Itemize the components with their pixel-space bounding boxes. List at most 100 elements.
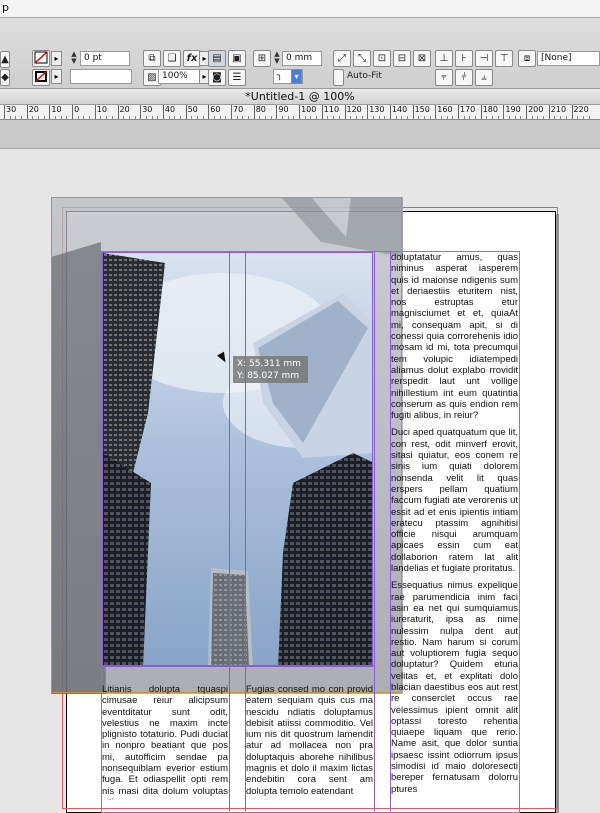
horizontal-ruler[interactable]: 30 20 10 0 10 20 30 40 50 60 70 80 90 100 110 120 130 140… — [0, 105, 600, 120]
align-right-icon[interactable]: ⊣ — [475, 50, 493, 67]
text-frame-right[interactable]: doluptatatur amus, quas niminus asperat … — [391, 252, 518, 800]
document-tab[interactable]: *Untitled-1 @ 100% — [0, 89, 600, 105]
ruler-minor-tick — [520, 116, 522, 119]
text-frame-left[interactable]: Litianis dolupta tquaspi cimusae reiur a… — [102, 684, 228, 800]
paragraph: doluptatatur amus, quas niminus asperat … — [391, 252, 518, 422]
ruler-minor-tick — [43, 116, 45, 119]
text-wrap-none-icon[interactable]: ▤ — [208, 50, 226, 67]
offset-field[interactable]: 0 mm — [282, 51, 322, 66]
tooltip-x: X: 55.311 mm — [237, 359, 301, 369]
ruler-minor-tick — [287, 116, 289, 119]
fill-proportional-icon[interactable]: ⊟ — [393, 50, 411, 67]
ruler-minor-tick — [486, 116, 488, 119]
scale-x-icon[interactable]: ⧉ — [143, 50, 161, 67]
ruler-minor-tick — [531, 116, 533, 119]
distribute-top-icon[interactable]: ⫧ — [435, 69, 453, 86]
center-content-icon[interactable]: ⊠ — [413, 50, 431, 67]
ruler-minor-tick — [350, 116, 352, 119]
ruler-minor-tick — [361, 116, 363, 119]
fit-frame-content-icon[interactable]: ⤡ — [353, 50, 371, 67]
paragraph: Duci aped quatquatum que lit, con rest, … — [391, 427, 518, 575]
text-frame-middle[interactable]: Fugias consed mo con provid eatem sequia… — [246, 684, 373, 800]
ruler-tick-label: 180 — [480, 105, 498, 119]
text-wrap-box-icon[interactable]: ▣ — [228, 50, 246, 67]
stroke-weight-field[interactable]: 0 pt — [80, 51, 130, 66]
ruler-minor-tick — [242, 116, 244, 119]
ruler-minor-tick — [395, 116, 397, 119]
menu-fragment[interactable]: p — [2, 1, 9, 14]
stroke-swatch-icon[interactable] — [32, 69, 50, 86]
ruler-minor-tick — [565, 116, 567, 119]
ruler-minor-tick — [100, 116, 102, 119]
ruler-minor-tick — [213, 116, 215, 119]
offset-spinner[interactable]: ▲ ▼ — [273, 51, 281, 66]
distribute-bottom-icon[interactable]: ⫨ — [475, 69, 493, 86]
ruler-minor-tick — [265, 116, 267, 119]
stroke-type-field[interactable] — [70, 69, 132, 84]
ruler-minor-tick — [423, 116, 425, 119]
ruler-minor-tick — [406, 116, 408, 119]
stroke-dropdown-button[interactable]: ▸ — [51, 69, 62, 84]
scale-field[interactable]: 100% — [158, 69, 200, 84]
ruler-minor-tick — [202, 116, 204, 119]
stroke-weight-spinner[interactable]: ▲ ▼ — [70, 51, 78, 66]
ruler-minor-tick — [452, 116, 454, 119]
corner-shape-dropdown-button[interactable]: ▾ — [291, 69, 302, 84]
fill-swatch-icon[interactable] — [32, 50, 50, 67]
ruler-minor-tick — [89, 116, 91, 119]
rotate-icon[interactable]: ◆ — [0, 69, 10, 86]
scale-y-icon[interactable]: ❑ — [163, 50, 181, 67]
ruler-minor-tick — [310, 116, 312, 119]
align-left-icon[interactable]: ⊥ — [435, 50, 453, 67]
align-center-icon[interactable]: ⊦ — [455, 50, 473, 67]
ruler-minor-tick — [174, 116, 176, 119]
paragraph: Litianis dolupta tquaspi cimusae reiur a… — [102, 684, 228, 800]
fill-dropdown-button[interactable]: ▸ — [51, 51, 62, 66]
ruler-minor-tick — [259, 116, 261, 119]
distribute-middle-icon[interactable]: ⫩ — [455, 69, 473, 86]
fit-content-frame-icon[interactable]: ⤢ — [333, 50, 351, 67]
ruler-minor-tick — [497, 116, 499, 119]
ruler-minor-tick — [372, 116, 374, 119]
ruler-minor-tick — [577, 116, 579, 119]
ruler-tick-label: 110 — [321, 105, 339, 119]
object-style-icon[interactable]: ⧈ — [518, 50, 536, 67]
ruler-minor-tick — [327, 116, 329, 119]
ruler-minor-tick — [145, 116, 147, 119]
ruler-minor-tick — [282, 116, 284, 119]
ruler-minor-tick — [537, 116, 539, 119]
ruler-minor-tick — [270, 116, 272, 119]
object-style-field[interactable]: [None] — [537, 51, 600, 66]
offset-icon[interactable]: ⊞ — [253, 50, 271, 67]
text-wrap-shape-icon[interactable]: ◙ — [208, 69, 226, 86]
ruler-minor-tick — [134, 116, 136, 119]
ruler-minor-tick — [429, 116, 431, 119]
ruler-minor-tick — [582, 116, 584, 119]
ruler-minor-tick — [191, 116, 193, 119]
ruler-minor-tick — [38, 116, 40, 119]
ruler-minor-tick — [560, 116, 562, 119]
control-panel: ▲ ◆ ▸ ▸ ▲ ▼ 0 pt ⧉ ❑ fx ▸ ▨ 100% ▸ ▤ ▣ ◙ … — [0, 18, 600, 89]
fit-proportional-icon[interactable]: ⊡ — [373, 50, 391, 67]
reference-point-icon[interactable]: ▲ — [0, 51, 10, 68]
ruler-minor-tick — [151, 116, 153, 119]
ruler-minor-tick — [128, 116, 130, 119]
ruler-tick-label: 150 — [412, 105, 430, 119]
ruler-minor-tick — [384, 116, 386, 119]
ruler-tick-label: 170 — [458, 105, 475, 119]
auto-fit-checkbox[interactable] — [333, 69, 344, 86]
align-top-icon[interactable]: ⊤ — [495, 50, 513, 67]
ruler-minor-tick — [355, 116, 357, 119]
ruler-minor-tick — [179, 116, 181, 119]
text-wrap-jump-icon[interactable]: ☰ — [228, 69, 246, 86]
ruler-minor-tick — [83, 116, 85, 119]
ruler-minor-tick — [543, 116, 545, 119]
ruler-minor-tick — [168, 116, 170, 119]
ruler-tick-label: 200 — [526, 105, 543, 119]
ruler-minor-tick — [106, 116, 108, 119]
tooltip-y: Y: 85.027 mm — [237, 371, 300, 381]
ruler-minor-tick — [248, 116, 250, 119]
column-guide-1 — [229, 251, 230, 811]
ruler-minor-tick — [401, 116, 403, 119]
ruler-minor-tick — [66, 116, 68, 119]
